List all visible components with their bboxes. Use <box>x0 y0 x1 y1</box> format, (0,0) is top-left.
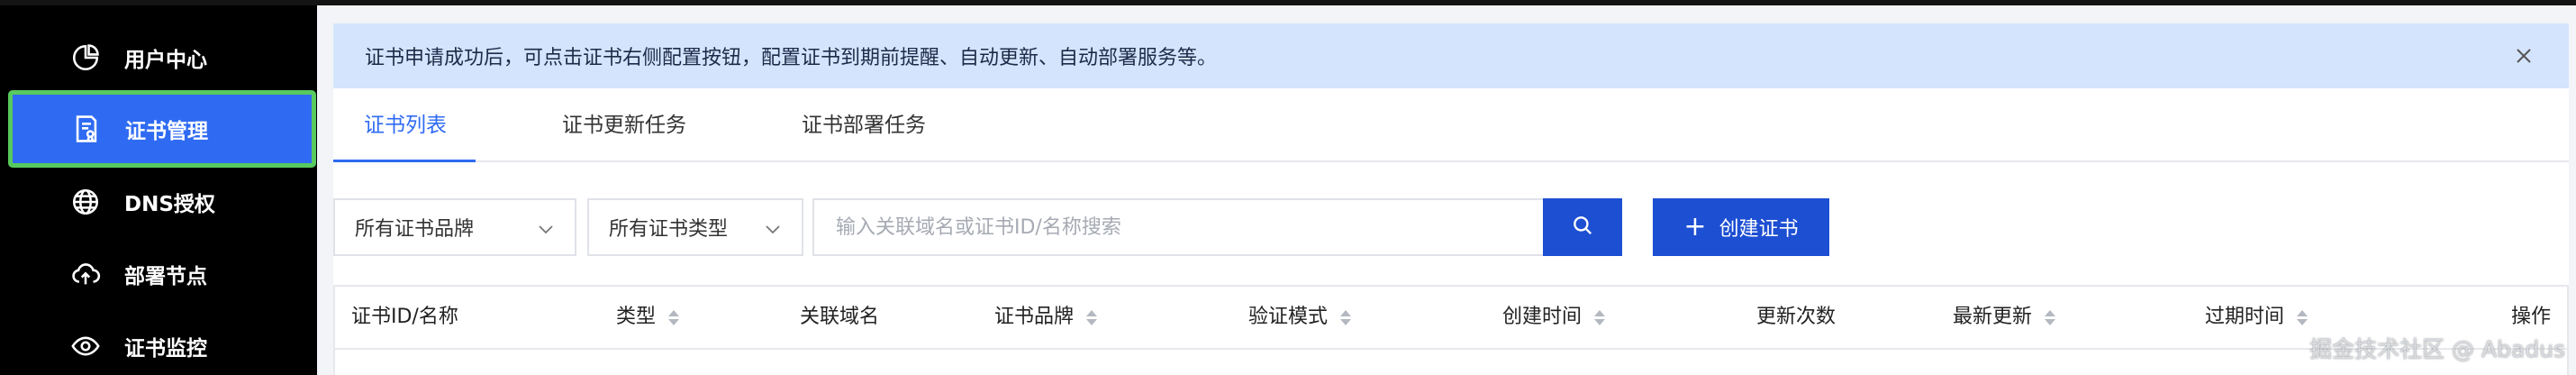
sidebar-item-label: 用户中心 <box>124 49 207 72</box>
sidebar-item-label: 证书监控 <box>124 337 207 361</box>
sort-icon[interactable] <box>2297 309 2308 325</box>
sidebar-item-label: DNS授权 <box>124 193 215 216</box>
cloud-upload-icon <box>68 257 103 291</box>
sidebar: 用户中心 证书管理 DNS授权 部署节点 证书监控 <box>0 5 317 375</box>
sort-icon[interactable] <box>1594 309 1606 325</box>
sort-icon[interactable] <box>2045 309 2056 325</box>
column-header-domain: 关联域名 <box>800 306 880 328</box>
info-alert: 证书申请成功后，可点击证书右侧配置按钮，配置证书到期前提醒、自动更新、自动部署服… <box>333 23 2569 88</box>
main-panel: 证书申请成功后，可点击证书右侧配置按钮，配置证书到期前提醒、自动更新、自动部署服… <box>333 23 2569 375</box>
search-input[interactable] <box>812 198 1549 256</box>
brand-filter-select[interactable]: 所有证书品牌 <box>333 198 576 256</box>
watermark: 掘金技术社区 @ Abadus <box>2309 336 2565 362</box>
plus-icon: + <box>1683 211 1707 242</box>
search-icon <box>1571 214 1594 241</box>
sidebar-item-user-center[interactable]: 用户中心 <box>13 22 313 94</box>
tab-cert-list[interactable]: 证书列表 <box>364 88 447 162</box>
sidebar-item-cert-management[interactable]: 证书管理 <box>8 90 316 168</box>
column-header-cert-id-name: 证书ID/名称 <box>351 306 458 328</box>
tab-bar: 证书列表 证书更新任务 证书部署任务 <box>333 88 2569 162</box>
column-header-validation-mode[interactable]: 验证模式 <box>1248 287 1352 348</box>
tab-cert-deploy-tasks[interactable]: 证书部署任务 <box>802 88 926 162</box>
column-header-created-at[interactable]: 创建时间 <box>1502 287 1606 348</box>
sidebar-item-label: 证书管理 <box>125 120 208 143</box>
certificate-icon <box>69 112 104 146</box>
globe-icon <box>68 185 103 219</box>
column-header-update-count: 更新次数 <box>1756 306 1837 328</box>
chevron-down-icon <box>537 220 555 238</box>
top-bar <box>0 0 2576 5</box>
sort-icon[interactable] <box>1086 309 1098 325</box>
sort-icon[interactable] <box>668 309 680 325</box>
brand-filter-value: 所有证书品牌 <box>355 218 475 241</box>
table-header-divider <box>335 348 2567 350</box>
search-button[interactable] <box>1543 198 1622 256</box>
type-filter-value: 所有证书类型 <box>609 218 729 241</box>
sidebar-item-deploy-nodes[interactable]: 部署节点 <box>13 238 313 310</box>
column-header-brand[interactable]: 证书品牌 <box>994 287 1098 348</box>
type-filter-select[interactable]: 所有证书类型 <box>587 198 803 256</box>
active-tab-indicator <box>333 160 476 162</box>
close-icon[interactable] <box>2513 45 2535 67</box>
sidebar-item-cert-monitor[interactable]: 证书监控 <box>13 310 313 375</box>
column-header-type[interactable]: 类型 <box>616 287 680 348</box>
chevron-down-icon <box>764 220 782 238</box>
create-cert-button[interactable]: + 创建证书 <box>1653 198 1829 256</box>
sidebar-item-label: 部署节点 <box>124 265 207 288</box>
eye-icon <box>68 329 103 363</box>
cert-table: 证书ID/名称 类型 关联域名 证书品牌 验证模式 创建时间 更新次数 最新更新… <box>333 285 2569 375</box>
tab-cert-update-tasks[interactable]: 证书更新任务 <box>562 88 686 162</box>
create-cert-label: 创建证书 <box>1719 218 1799 241</box>
alert-text: 证书申请成功后，可点击证书右侧配置按钮，配置证书到期前提醒、自动更新、自动部署服… <box>365 47 1218 69</box>
column-header-expiry[interactable]: 过期时间 <box>2205 287 2308 348</box>
sort-icon[interactable] <box>1340 309 1352 325</box>
pie-chart-icon <box>68 41 103 75</box>
column-header-latest-update[interactable]: 最新更新 <box>1953 287 2056 348</box>
sidebar-item-dns-auth[interactable]: DNS授权 <box>13 166 313 238</box>
